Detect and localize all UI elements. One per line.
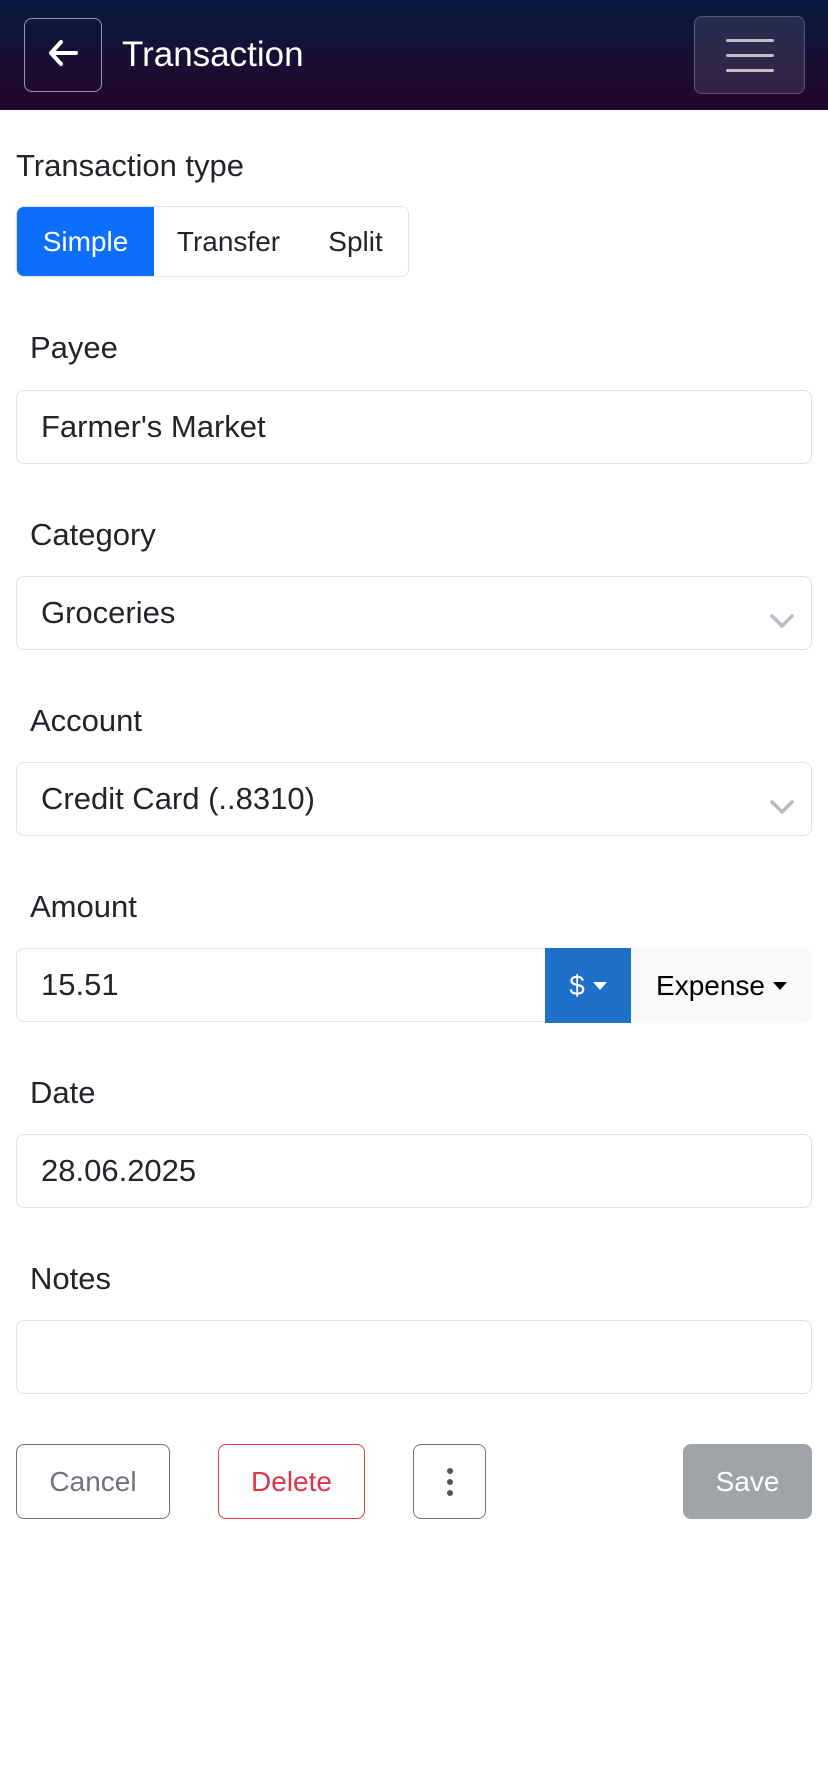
amount-label: Amount — [30, 889, 137, 924]
payee-label: Payee — [30, 330, 118, 365]
date-label: Date — [30, 1075, 96, 1110]
amount-value: 15.51 — [41, 967, 119, 1002]
delete-button[interactable]: Delete — [218, 1444, 365, 1519]
category-label: Category — [30, 517, 156, 552]
type-option-transfer[interactable]: Transfer — [154, 207, 303, 276]
payee-field[interactable]: Farmer's Market — [16, 390, 812, 464]
caret-down-icon — [772, 981, 787, 990]
chevron-down-icon — [769, 788, 795, 824]
more-options-button[interactable] — [413, 1444, 486, 1519]
account-select[interactable]: Credit Card (..8310) — [16, 762, 812, 836]
save-button[interactable]: Save — [683, 1444, 812, 1519]
notes-label: Notes — [30, 1261, 111, 1296]
type-option-simple[interactable]: Simple — [17, 207, 154, 276]
direction-label: Expense — [656, 969, 765, 1001]
menu-button[interactable] — [694, 16, 805, 94]
hamburger-menu-icon — [725, 38, 774, 42]
page-title: Transaction — [122, 35, 304, 74]
date-field[interactable]: 28.06.2025 — [16, 1134, 812, 1208]
back-button[interactable] — [24, 18, 102, 92]
account-label: Account — [30, 703, 143, 738]
date-value: 28.06.2025 — [41, 1153, 197, 1188]
currency-dropdown-button[interactable]: $ — [545, 948, 631, 1023]
notes-field[interactable] — [16, 1320, 812, 1394]
cancel-button[interactable]: Cancel — [16, 1444, 170, 1519]
more-vertical-icon — [446, 1467, 453, 1474]
amount-input[interactable]: 15.51 — [16, 948, 546, 1022]
type-option-split[interactable]: Split — [303, 207, 408, 276]
direction-dropdown-button[interactable]: Expense — [631, 948, 812, 1023]
transaction-type-label: Transaction type — [16, 148, 245, 183]
arrow-left-icon — [47, 39, 79, 72]
payee-value: Farmer's Market — [41, 409, 266, 444]
top-navbar: Transaction — [0, 0, 828, 110]
category-select[interactable]: Groceries — [16, 576, 812, 650]
account-value: Credit Card (..8310) — [41, 781, 315, 816]
transaction-type-selector: Simple Transfer Split — [16, 206, 409, 277]
category-value: Groceries — [41, 595, 176, 630]
currency-symbol: $ — [569, 969, 585, 1001]
caret-down-icon — [592, 981, 607, 990]
chevron-down-icon — [769, 602, 795, 638]
